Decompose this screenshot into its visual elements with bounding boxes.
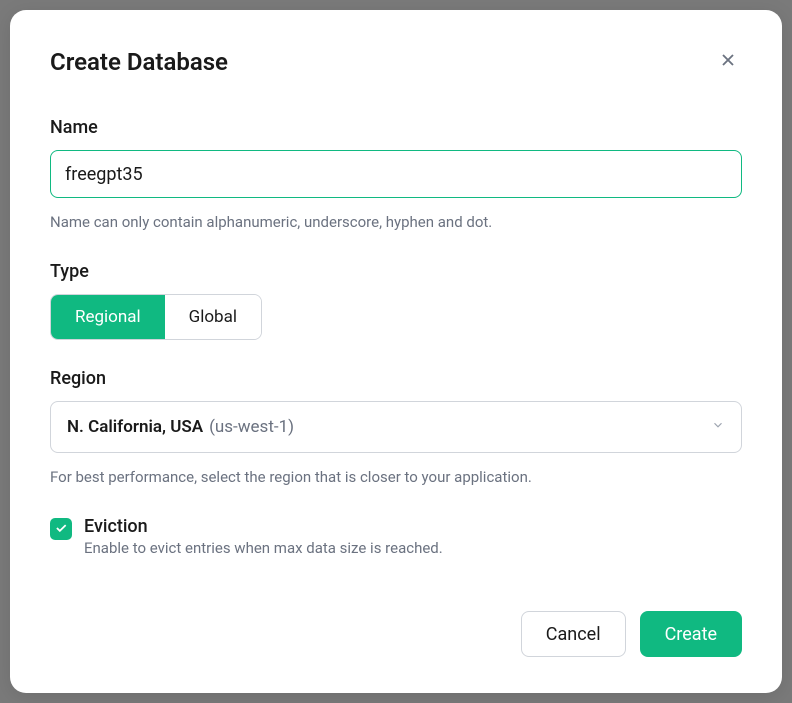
region-select-value: N. California, USA (us-west-1) [67, 417, 294, 437]
type-option-regional[interactable]: Regional [51, 295, 165, 339]
modal-header: Create Database [50, 46, 742, 77]
check-icon [54, 520, 68, 539]
type-label: Type [50, 261, 742, 282]
eviction-label: Eviction [84, 516, 443, 537]
name-label: Name [50, 117, 742, 138]
type-segmented-control: Regional Global [50, 294, 262, 340]
region-name: N. California, USA [67, 417, 203, 437]
eviction-checkbox[interactable] [50, 518, 72, 540]
close-button[interactable] [714, 46, 742, 77]
close-icon [718, 50, 738, 73]
eviction-help-text: Enable to evict entries when max data si… [84, 539, 443, 557]
type-option-global[interactable]: Global [165, 295, 261, 339]
create-button[interactable]: Create [640, 611, 742, 657]
modal-footer: Cancel Create [521, 611, 742, 657]
name-field-group: Name Name can only contain alphanumeric,… [50, 117, 742, 233]
chevron-down-icon [711, 417, 725, 437]
eviction-text: Eviction Enable to evict entries when ma… [84, 516, 443, 557]
cancel-button[interactable]: Cancel [521, 611, 626, 657]
region-help-text: For best performance, select the region … [50, 467, 742, 488]
region-label: Region [50, 368, 742, 389]
eviction-field-group: Eviction Enable to evict entries when ma… [50, 516, 742, 557]
region-code: (us-west-1) [209, 417, 294, 437]
modal-title: Create Database [50, 48, 228, 76]
eviction-row: Eviction Enable to evict entries when ma… [50, 516, 742, 557]
name-input[interactable] [50, 150, 742, 198]
region-field-group: Region N. California, USA (us-west-1) Fo… [50, 368, 742, 488]
create-database-modal: Create Database Name Name can only conta… [10, 10, 782, 693]
name-help-text: Name can only contain alphanumeric, unde… [50, 212, 742, 233]
type-field-group: Type Regional Global [50, 261, 742, 340]
region-select[interactable]: N. California, USA (us-west-1) [50, 401, 742, 453]
